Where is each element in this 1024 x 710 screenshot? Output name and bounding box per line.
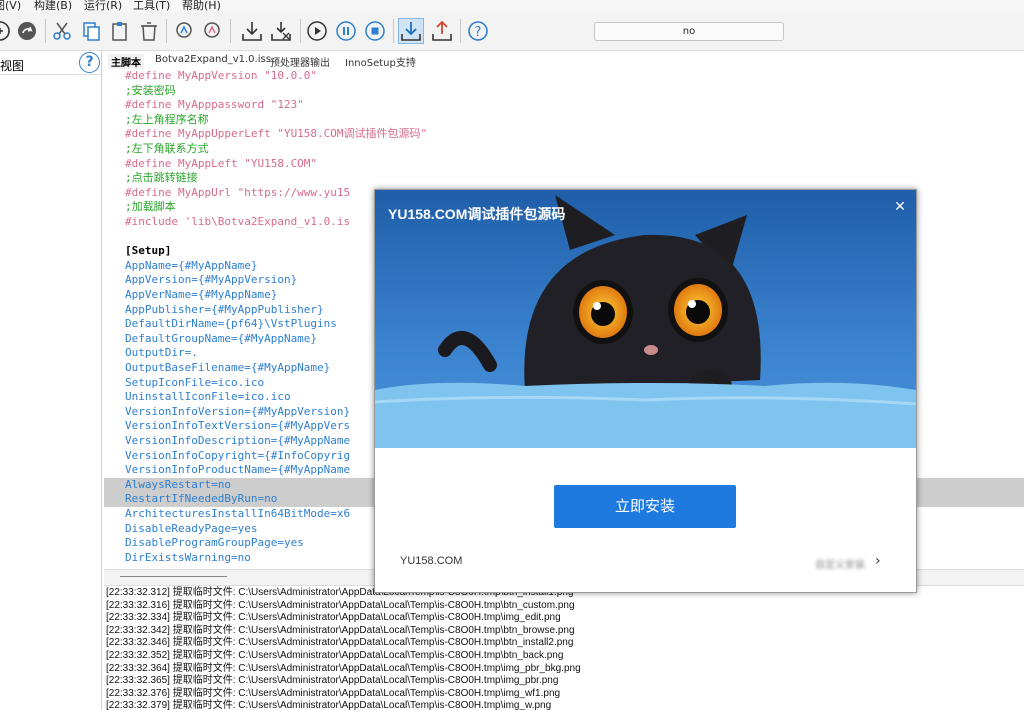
code-line-text: OutputDir=. <box>125 346 198 360</box>
code-line-text: DirExistsWarning=no <box>125 550 251 564</box>
splitter-grip[interactable] <box>120 576 227 577</box>
tab-bar: 主脚本 Botva2Expand_v1.0.iss 预处理器输出 InnoSet… <box>104 51 1024 69</box>
close-icon[interactable]: ✕ <box>891 198 909 216</box>
code-line-text: ;左下角联系方式 <box>125 142 209 155</box>
code-line-text: #define MyAppUpperLeft "YU158.COM调试插件包源码… <box>125 127 428 141</box>
log-line: [22:33:32.365] 提取临时文件: C:\Users\Administ… <box>106 675 559 687</box>
code-line-text: #include 'lib\Botva2Expand_v1.0.is <box>125 215 351 228</box>
help-icon[interactable]: ? <box>466 19 490 43</box>
tab-main-script[interactable]: 主脚本 <box>108 54 144 69</box>
code-line[interactable]: ;点击跳转链接 <box>104 171 1024 186</box>
code-line-text: UninstallIconFile=ico.ico <box>125 390 291 404</box>
left-divider <box>0 74 101 75</box>
menu-view[interactable]: 图(V) <box>0 0 21 12</box>
log-line: [22:33:32.316] 提取临时文件: C:\Users\Administ… <box>106 599 575 611</box>
stop-compile-icon[interactable] <box>269 19 293 43</box>
code-line-text: ;加载脚本 <box>125 200 176 214</box>
site-label: YU158.COM <box>400 555 463 567</box>
code-line[interactable]: ;左上角程序名称 <box>104 113 1024 128</box>
cat-banner-image <box>375 190 916 448</box>
wizard-icon[interactable] <box>0 19 12 43</box>
code-line-text: #define MyAppLeft "YU158.COM" <box>125 156 318 170</box>
code-line[interactable]: ;安装密码 <box>104 84 1024 99</box>
log-line: [22:33:32.352] 提取临时文件: C:\Users\Administ… <box>106 650 564 661</box>
run-icon[interactable] <box>305 19 329 43</box>
log-line: [22:33:32.364] 提取临时文件: C:\Users\Administ… <box>106 662 581 674</box>
log-line: [22:33:32.346] 提取临时文件: C:\Users\Administ… <box>106 637 574 649</box>
code-line-text: #define MyAppVersion "10.0.0" <box>125 69 318 82</box>
code-line-text: AlwaysRestart=no <box>125 477 231 491</box>
code-line-text: VersionInfoVersion={#MyAppVersion} <box>125 404 351 418</box>
code-line-text: SetupIconFile=ico.ico <box>125 375 265 389</box>
left-panel-title: 视图 <box>0 59 25 73</box>
code-line[interactable]: #define MyAppLeft "YU158.COM" <box>104 157 1024 172</box>
tab-botva2expand[interactable]: Botva2Expand_v1.0.iss <box>155 54 271 65</box>
code-line-text: AppName={#MyAppName} <box>125 258 258 272</box>
code-line[interactable]: #define MyApppassword "123" <box>104 98 1024 113</box>
log-line: [22:33:32.376] 提取临时文件: C:\Users\Administ… <box>106 687 561 699</box>
code-line-text: ;点击跳转链接 <box>125 171 198 185</box>
config-field[interactable]: no <box>594 22 784 41</box>
code-line[interactable]: #define MyAppUpperLeft "YU158.COM调试插件包源码… <box>104 127 1024 142</box>
code-line-text: RestartIfNeededByRun=no <box>125 492 278 506</box>
menu-bar: 图(V) 构建(B) 运行(R) 工具(T) 帮助(H) <box>0 0 1024 12</box>
code-line-text: AppVerName={#MyAppName} <box>125 288 278 301</box>
code-line-text: ;安装密码 <box>125 83 176 97</box>
code-line-text: ;左上角程序名称 <box>125 112 209 126</box>
code-line-text: VersionInfoDescription={#MyAppName <box>125 434 351 447</box>
delete-icon[interactable] <box>137 19 161 43</box>
installer-dialog: YU158.COM调试插件包源码 ✕ 立即安装 YU158.COM 自定义安装 … <box>374 189 917 593</box>
menu-build[interactable]: 构建(B) <box>34 0 72 12</box>
find-icon[interactable] <box>172 19 196 43</box>
code-line-text: VersionInfoTextVersion={#MyAppVers <box>125 419 351 433</box>
code-line-text: ArchitecturesInstallIn64BitMode=x6 <box>125 507 351 520</box>
code-line-text: #define MyAppUrl "https://www.yu15 <box>125 185 351 199</box>
code-line-text: #define MyApppassword "123" <box>125 98 304 112</box>
terminate-icon[interactable] <box>363 19 387 43</box>
code-line-text: AppPublisher={#MyAppPublisher} <box>125 302 324 316</box>
compiler-log: [22:33:32.312] 提取临时文件: C:\Users\Administ… <box>104 586 1024 710</box>
tab-innosetup-support[interactable]: InnoSetup支持 <box>345 54 416 69</box>
chevron-right-icon[interactable]: › <box>875 553 881 569</box>
code-line-text: AppVersion={#MyAppVersion} <box>125 273 298 287</box>
upload-icon[interactable] <box>430 19 454 43</box>
menu-help[interactable]: 帮助(H) <box>182 0 221 12</box>
install-now-button[interactable]: 立即安装 <box>554 485 736 528</box>
menu-tools[interactable]: 工具(T) <box>133 0 170 12</box>
pause-icon[interactable] <box>334 19 358 43</box>
code-line[interactable]: ;左下角联系方式 <box>104 142 1024 157</box>
code-line-text: VersionInfoProductName={#MyAppName <box>125 463 351 477</box>
log-line: [22:33:32.379] 提取临时文件: C:\Users\Administ… <box>106 700 552 710</box>
code-line-text: VersionInfoCopyright={#InfoCopyrig <box>125 448 351 462</box>
toolbar: ? <box>0 12 1024 51</box>
code-line-text: DisableProgramGroupPage=yes <box>125 536 304 550</box>
code-line-text: DisableReadyPage=yes <box>125 521 258 535</box>
log-line: [22:33:32.342] 提取临时文件: C:\Users\Administ… <box>106 624 575 636</box>
custom-install-link[interactable]: 自定义安装 <box>815 556 865 571</box>
compile-icon[interactable] <box>240 19 264 43</box>
code-line-text: [Setup] <box>125 244 172 258</box>
code-line[interactable]: #define MyAppVersion "10.0.0" <box>104 69 1024 84</box>
log-line: [22:33:32.334] 提取临时文件: C:\Users\Administ… <box>106 612 561 624</box>
replace-icon[interactable] <box>200 19 224 43</box>
code-line-text: OutputBaseFilename={#MyAppName} <box>125 361 331 374</box>
tab-preprocessor-output[interactable]: 预处理器输出 <box>270 54 330 69</box>
code-line-text: DefaultDirName={pf64}\VstPlugins <box>125 317 337 331</box>
menu-run[interactable]: 运行(R) <box>84 0 122 12</box>
download-icon[interactable] <box>398 18 424 44</box>
left-panel: 视图 ? <box>0 51 102 710</box>
left-help-icon[interactable]: ? <box>79 52 100 73</box>
copy-icon[interactable] <box>79 19 103 43</box>
code-line-text: DefaultGroupName={#MyAppName} <box>125 331 318 345</box>
svg-text:?: ? <box>475 25 482 40</box>
paste-icon[interactable] <box>108 19 132 43</box>
redo-icon[interactable] <box>15 19 39 43</box>
dialog-title: YU158.COM调试插件包源码 <box>388 206 566 222</box>
cut-icon[interactable] <box>50 19 74 43</box>
